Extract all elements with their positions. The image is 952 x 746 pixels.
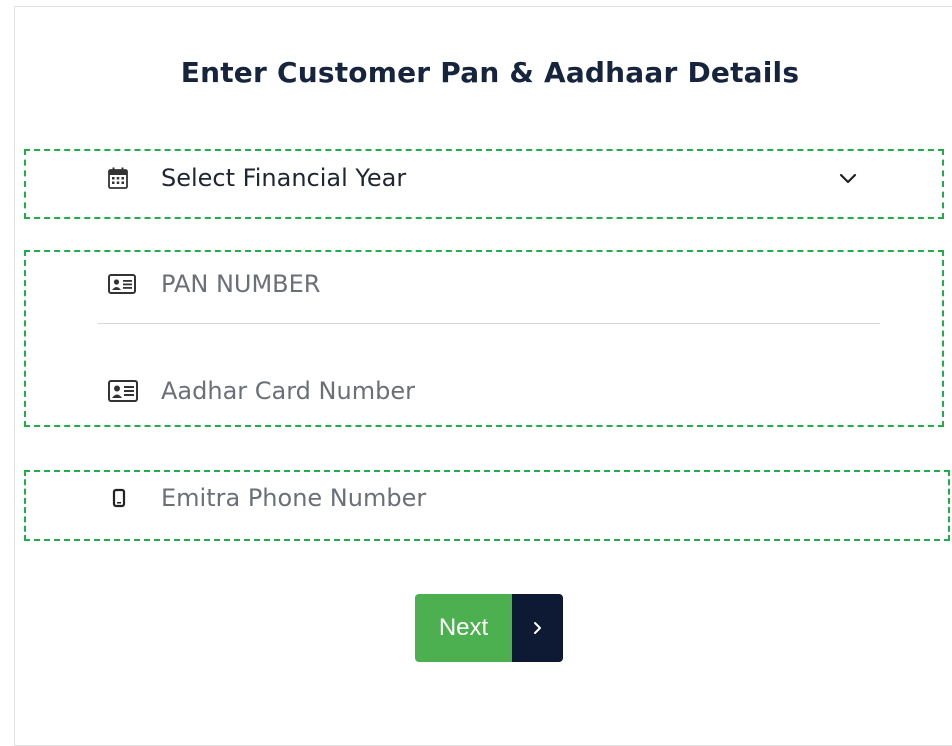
aadhar-number-placeholder: Aadhar Card Number [161, 377, 415, 405]
emitra-phone-placeholder: Emitra Phone Number [161, 484, 427, 512]
id-card-icon [108, 272, 142, 296]
financial-year-select[interactable]: Select Financial Year [108, 158, 868, 198]
next-button-label: Next [415, 594, 512, 662]
mobile-phone-icon [108, 486, 142, 510]
chevron-right-icon [512, 594, 563, 662]
calendar-icon [108, 166, 142, 190]
emitra-phone-field[interactable]: Emitra Phone Number [108, 478, 426, 518]
pan-number-field[interactable]: PAN NUMBER [108, 264, 320, 304]
id-card-icon [108, 379, 142, 403]
form-title: Enter Customer Pan & Aadhaar Details [180, 56, 800, 89]
financial-year-label: Select Financial Year [161, 164, 407, 192]
pan-number-placeholder: PAN NUMBER [161, 270, 321, 298]
field-divider [98, 323, 880, 324]
chevron-down-icon[interactable] [838, 168, 858, 188]
next-button[interactable]: Next [415, 594, 563, 662]
aadhar-number-field[interactable]: Aadhar Card Number [108, 371, 415, 411]
